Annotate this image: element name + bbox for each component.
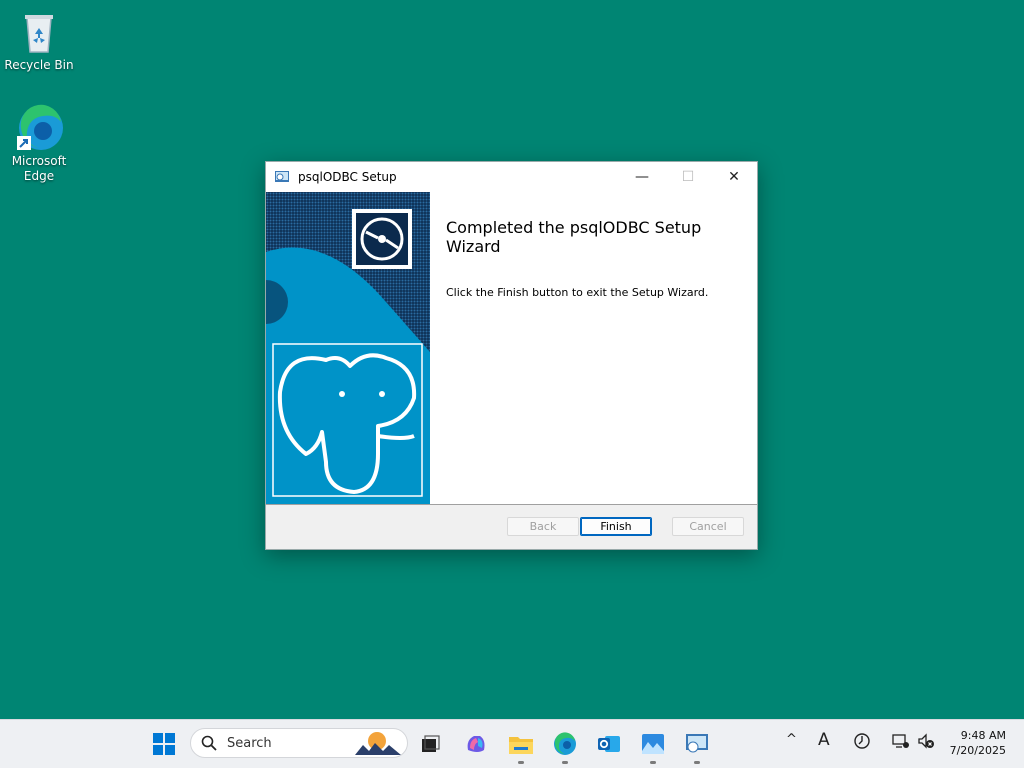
- recycle-bin-icon: [15, 8, 63, 56]
- dialog-title: psqlODBC Setup: [298, 170, 397, 184]
- search-icon: [201, 735, 217, 751]
- network-icon[interactable]: [891, 732, 909, 754]
- start-button[interactable]: [148, 728, 180, 760]
- recycle-bin-desktop-icon[interactable]: Recycle Bin: [4, 8, 74, 73]
- show-hidden-icons-chevron[interactable]: ^: [786, 732, 797, 747]
- close-button[interactable]: ✕: [711, 162, 757, 192]
- taskbar-search-box[interactable]: Search: [190, 728, 408, 758]
- finish-button[interactable]: Finish: [580, 517, 652, 536]
- setup-icon: [686, 734, 708, 753]
- start-icon: [153, 733, 175, 755]
- recycle-bin-label: Recycle Bin: [4, 58, 74, 72]
- file-explorer-icon: [509, 737, 533, 754]
- back-button: Back: [507, 517, 579, 536]
- wizard-heading: Completed the psqlODBC Setup Wizard: [446, 218, 702, 256]
- setup-taskbar-button[interactable]: [681, 728, 713, 760]
- search-label: Search: [227, 736, 272, 751]
- system-clock[interactable]: 9:48 AM 7/20/2025: [950, 728, 1006, 758]
- postgresql-elephant-icon: [272, 343, 423, 497]
- edge-icon: [554, 732, 576, 755]
- outlook-button[interactable]: [593, 728, 625, 760]
- wizard-body-text: Click the Finish button to exit the Setu…: [446, 286, 709, 299]
- focus-icon[interactable]: [853, 732, 871, 754]
- minimize-button[interactable]: —: [619, 162, 665, 192]
- outlook-icon: [598, 736, 620, 752]
- dialog-titlebar[interactable]: psqlODBC Setup — ☐ ✕: [266, 162, 757, 192]
- installer-app-icon: [275, 171, 289, 182]
- photos-button[interactable]: [637, 728, 669, 760]
- task-view-button[interactable]: [414, 728, 446, 760]
- clock-time: 9:48 AM: [960, 729, 1006, 742]
- edge-desktop-icon[interactable]: Microsoft Edge: [4, 104, 74, 184]
- postgresql-banner-art: [266, 209, 430, 504]
- disc-icon: [352, 209, 412, 269]
- maximize-button: ☐: [681, 169, 695, 185]
- wizard-content: Completed the psqlODBC Setup Wizard Clic…: [430, 192, 757, 504]
- file-explorer-button[interactable]: [505, 728, 537, 760]
- edge-taskbar-button[interactable]: [549, 728, 581, 760]
- photos-icon: [642, 734, 664, 754]
- taskbar: Search ^ A 9:48 AM 7/20/2025: [0, 719, 1024, 768]
- copilot-button[interactable]: [460, 728, 492, 760]
- task-view-icon: [422, 735, 440, 752]
- cancel-button: Cancel: [672, 517, 744, 536]
- volume-muted-icon[interactable]: [917, 732, 935, 754]
- ime-indicator[interactable]: A: [818, 730, 830, 750]
- clock-date: 7/20/2025: [949, 744, 1006, 757]
- wizard-footer: Back Finish Cancel: [266, 505, 757, 549]
- running-indicator: [650, 761, 656, 764]
- wizard-banner: [266, 192, 430, 504]
- running-indicator: [562, 761, 568, 764]
- edge-label: Microsoft Edge: [11, 154, 67, 183]
- running-indicator: [518, 761, 524, 764]
- setup-dialog: psqlODBC Setup — ☐ ✕ Completed the psqlO…: [265, 161, 758, 550]
- edge-icon: [15, 104, 63, 152]
- search-highlight-icon: [355, 732, 401, 755]
- copilot-icon: [467, 736, 485, 752]
- running-indicator: [694, 761, 700, 764]
